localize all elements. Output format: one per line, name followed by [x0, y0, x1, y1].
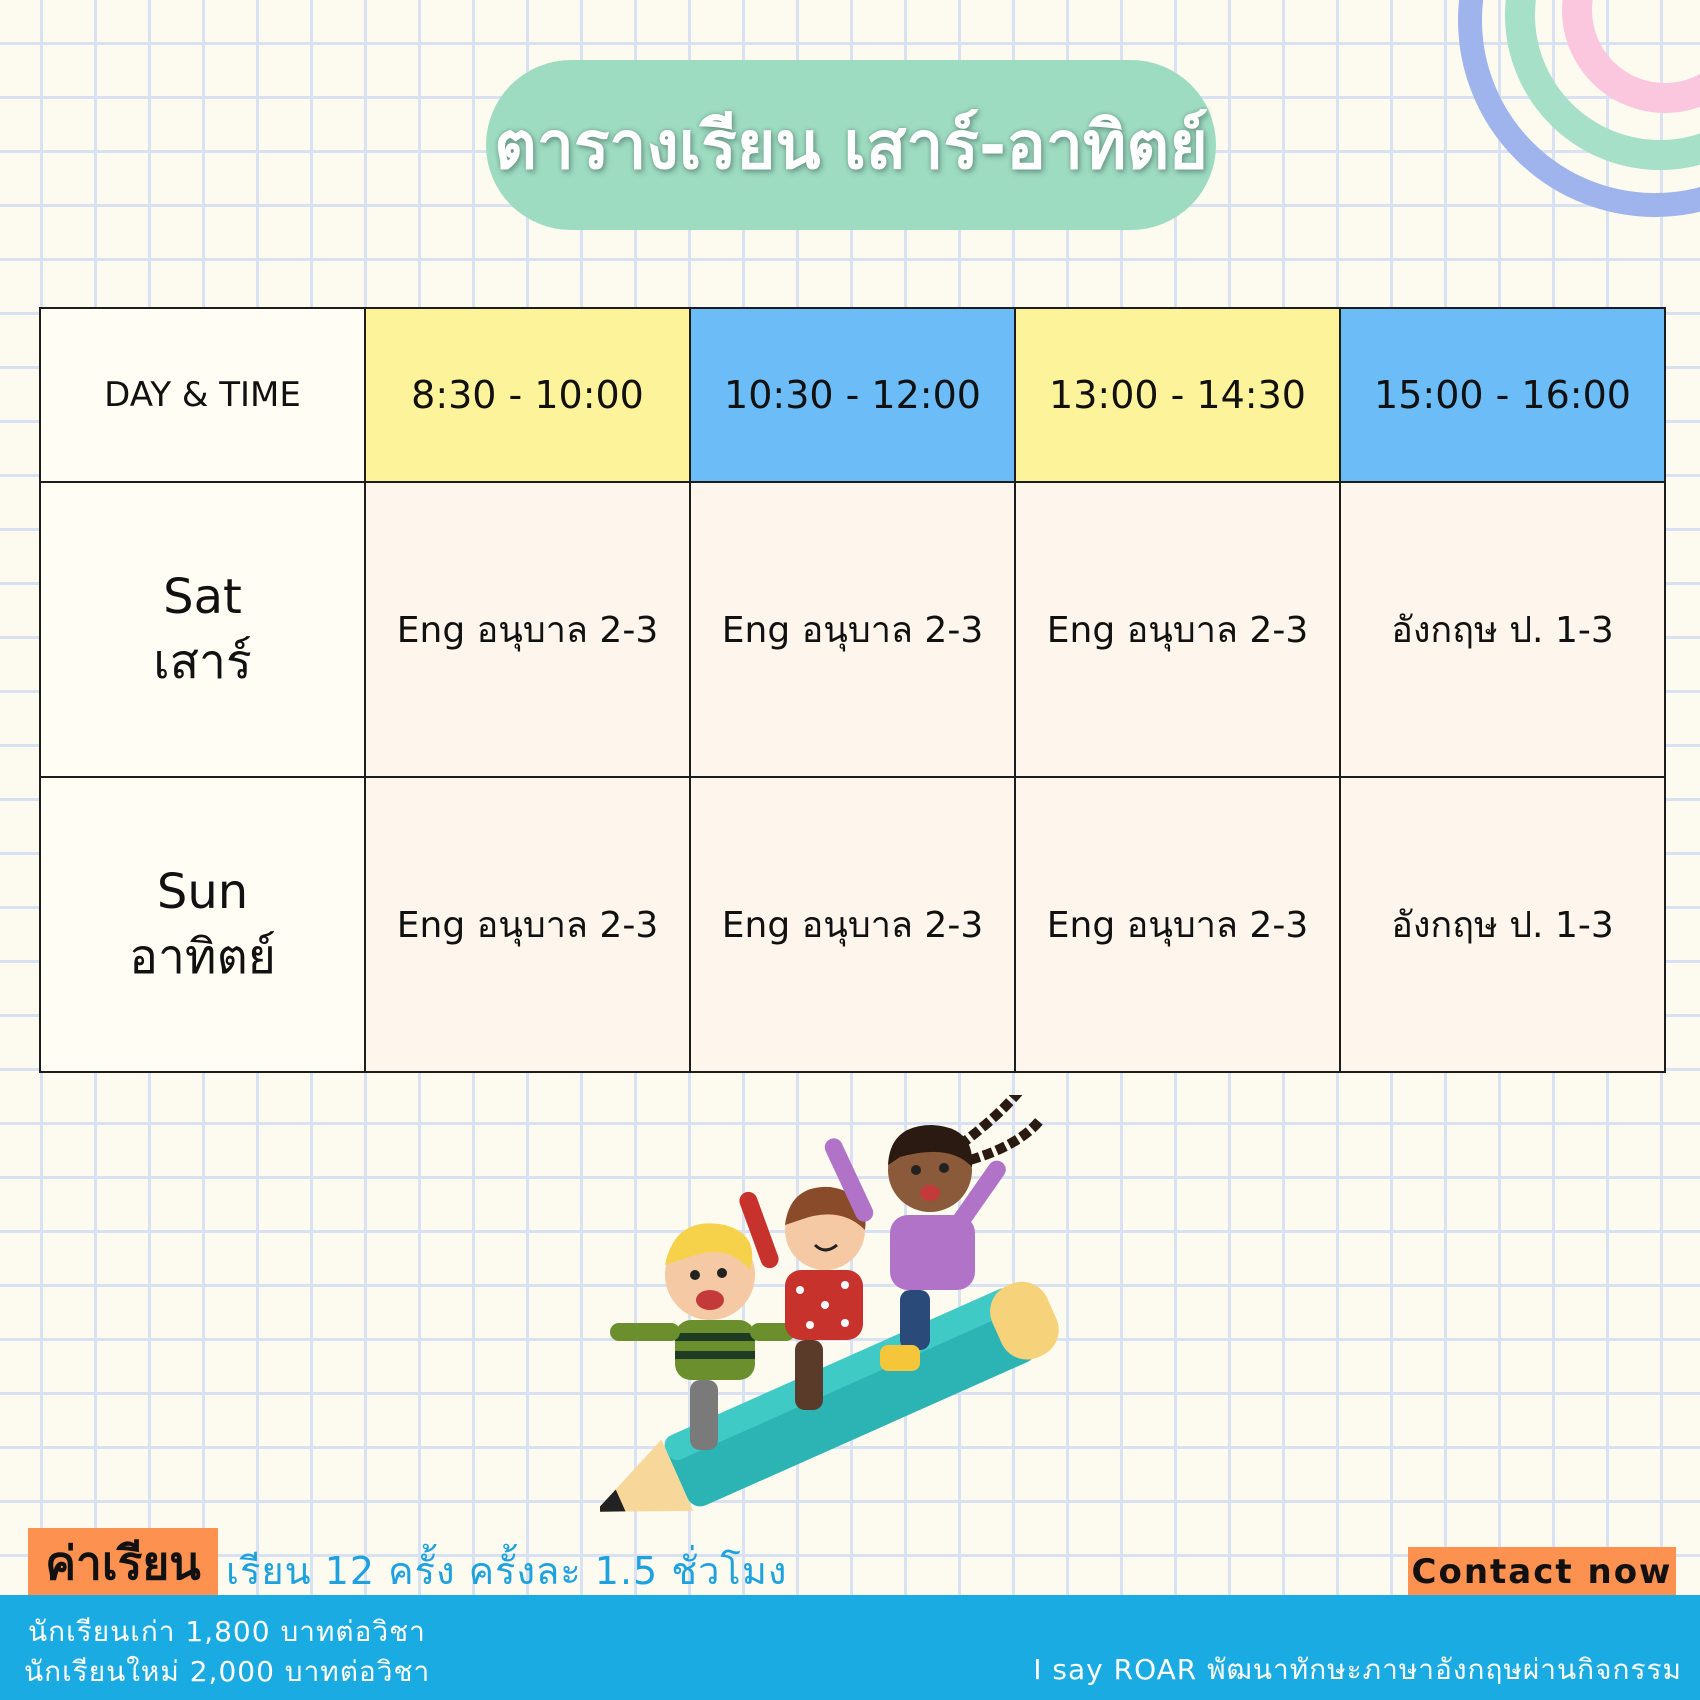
brand-tagline: I say ROAR พัฒนาทักษะภาษาอังกฤษผ่านกิจกร…	[1033, 1653, 1682, 1686]
schedule-table: DAY & TIME 8:30 - 10:00 10:30 - 12:00 13…	[39, 307, 1666, 1073]
class-cell: Eng อนุบาล 2-3	[364, 481, 691, 778]
page-title: ตารางเรียน เสาร์-อาทิตย์	[494, 106, 1208, 184]
class-cell: อังกฤษ ป. 1-3	[1339, 481, 1666, 778]
old-student-price: นักเรียนเก่า 1,800 บาทต่อวิชา	[28, 1615, 426, 1648]
class-cell: Eng อนุบาล 2-3	[689, 776, 1016, 1073]
time-slot-header: 10:30 - 12:00	[689, 307, 1016, 483]
class-cell: Eng อนุบาล 2-3	[689, 481, 1016, 778]
table-row-saturday: Sat เสาร์ Eng อนุบาล 2-3 Eng อนุบาล 2-3 …	[39, 481, 1666, 778]
time-slot-header: 8:30 - 10:00	[364, 307, 691, 483]
class-cell: Eng อนุบาล 2-3	[1014, 776, 1341, 1073]
day-cell: Sun อาทิตย์	[39, 776, 366, 1073]
day-label-th: อาทิตย์	[129, 928, 276, 985]
class-cell: Eng อนุบาล 2-3	[1014, 481, 1341, 778]
fee-info: เรียน 12 ครั้ง ครั้งละ 1.5 ชั่วโมง	[226, 1549, 788, 1593]
title-banner: ตารางเรียน เสาร์-อาทิตย์	[486, 60, 1216, 230]
table-header-row: DAY & TIME 8:30 - 10:00 10:30 - 12:00 13…	[39, 307, 1666, 483]
day-cell: Sat เสาร์	[39, 481, 366, 778]
day-label-th: เสาร์	[153, 633, 252, 690]
day-time-header: DAY & TIME	[39, 307, 366, 483]
time-slot-header: 15:00 - 16:00	[1339, 307, 1666, 483]
time-slot-header: 13:00 - 14:30	[1014, 307, 1341, 483]
fee-label: ค่าเรียน	[28, 1528, 218, 1598]
day-label-en: Sat	[163, 568, 242, 625]
table-row-sunday: Sun อาทิตย์ Eng อนุบาล 2-3 Eng อนุบาล 2-…	[39, 776, 1666, 1073]
contact-now-button[interactable]: Contact now	[1408, 1547, 1676, 1597]
class-cell: Eng อนุบาล 2-3	[364, 776, 691, 1073]
decorative-swirl	[1458, 0, 1700, 217]
day-label-en: Sun	[156, 863, 249, 920]
kids-on-pencil-illustration	[600, 1095, 1059, 1512]
new-student-price: นักเรียนใหม่ 2,000 บาทต่อวิชา	[24, 1655, 431, 1688]
class-cell: อังกฤษ ป. 1-3	[1339, 776, 1666, 1073]
